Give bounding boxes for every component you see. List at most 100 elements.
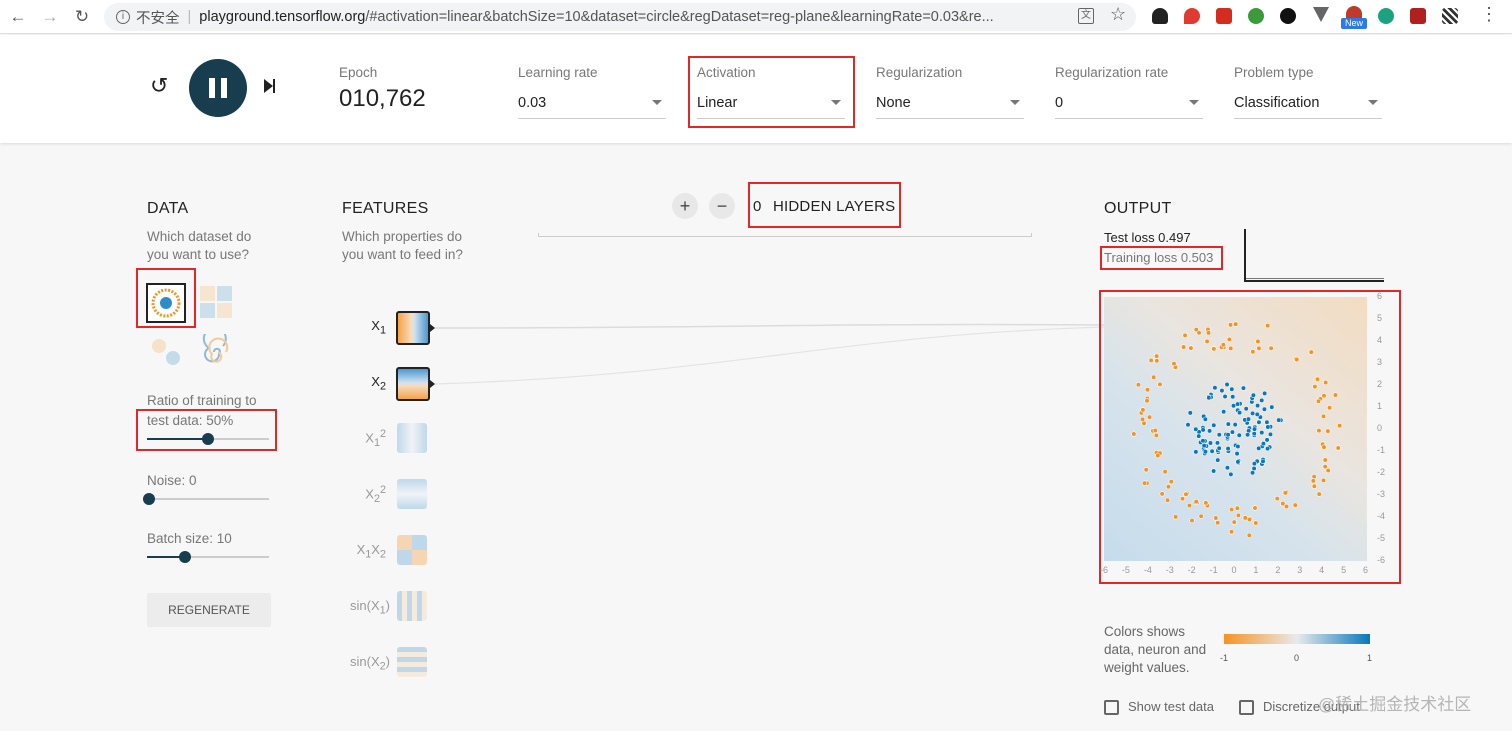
data-point	[1226, 336, 1232, 342]
feature-x2sq-label: X22	[365, 484, 386, 505]
pause-button[interactable]	[189, 59, 247, 117]
data-point	[1326, 405, 1333, 411]
extension-icon-5[interactable]	[1280, 8, 1296, 24]
data-point	[1201, 442, 1207, 449]
data-point	[1261, 406, 1268, 412]
data-point	[1321, 444, 1327, 450]
reg-rate-value: 0	[1055, 94, 1064, 111]
batch-label: Batch size: 10	[147, 531, 232, 546]
batch-slider-knob[interactable]	[179, 551, 191, 563]
info-icon[interactable]: i	[116, 10, 130, 24]
dataset-xor[interactable]	[198, 284, 234, 320]
feature-sin-x1[interactable]	[397, 591, 427, 621]
y-tick-label: 1	[1377, 401, 1383, 411]
data-point	[1140, 407, 1146, 413]
data-point	[1143, 467, 1149, 473]
back-icon[interactable]: ←	[6, 5, 30, 29]
data-point	[1206, 428, 1213, 434]
feature-x1-squared[interactable]	[397, 423, 427, 453]
show-test-data-checkbox[interactable]	[1104, 700, 1119, 715]
extension-icon-1[interactable]	[1152, 8, 1168, 24]
security-label[interactable]: 不安全	[136, 7, 180, 28]
ratio-slider[interactable]	[147, 433, 269, 445]
data-point	[1230, 403, 1237, 409]
data-point	[1222, 393, 1228, 400]
data-point	[1325, 467, 1331, 474]
regenerate-button[interactable]: REGENERATE	[147, 593, 271, 627]
extension-new-icon[interactable]: New	[1341, 6, 1367, 30]
menu-icon[interactable]: ⋮	[1480, 4, 1498, 25]
features-title: FEATURES	[342, 200, 429, 217]
data-point	[1228, 506, 1235, 513]
data-question-2: you want to use?	[147, 247, 250, 262]
qr-code-icon[interactable]	[1442, 8, 1458, 24]
x-tick-label: 2	[1275, 565, 1281, 575]
forward-icon[interactable]: →	[38, 5, 62, 29]
regularization-select[interactable]: None	[876, 87, 1024, 119]
data-point	[1131, 431, 1137, 437]
noise-slider-knob[interactable]	[143, 493, 155, 505]
discretize-output-checkbox[interactable]	[1239, 700, 1254, 715]
y-tick-label: 5	[1377, 313, 1383, 323]
dataset-circle[interactable]	[146, 283, 186, 323]
x-tick-label: 5	[1341, 565, 1347, 575]
translate-icon[interactable]: 文	[1078, 8, 1094, 24]
data-point	[1315, 398, 1322, 404]
data-point	[1255, 338, 1261, 344]
data-point	[1253, 520, 1259, 526]
add-layer-button[interactable]: +	[672, 193, 698, 219]
address-bar[interactable]: i 不安全 | playground.tensorflow.org /#acti…	[104, 3, 1136, 31]
problem-type-value: Classification	[1234, 94, 1320, 111]
location-pin-icon[interactable]	[1184, 8, 1200, 24]
noise-slider[interactable]	[143, 493, 269, 505]
feature-x1x2[interactable]	[397, 535, 427, 565]
data-point	[1219, 388, 1225, 394]
extension-icon-8[interactable]	[1378, 8, 1394, 24]
bookmark-star-icon[interactable]: ☆	[1110, 4, 1126, 25]
batch-slider[interactable]	[147, 551, 269, 563]
reset-icon[interactable]: ↺	[150, 73, 168, 99]
reg-rate-select[interactable]: 0	[1055, 87, 1203, 119]
feature-x2[interactable]	[396, 367, 430, 401]
ratio-slider-knob[interactable]	[202, 433, 214, 445]
data-point	[1251, 460, 1258, 467]
step-icon[interactable]	[264, 79, 275, 93]
activation-select[interactable]: Linear	[697, 87, 845, 119]
data-point	[1335, 445, 1341, 451]
legend-mid: 0	[1294, 653, 1300, 663]
output-title: OUTPUT	[1104, 200, 1172, 217]
data-point	[1235, 512, 1242, 518]
extension-icon-3[interactable]	[1216, 8, 1232, 24]
data-point	[1235, 443, 1241, 450]
dataset-gaussian[interactable]	[148, 334, 184, 370]
data-point	[1207, 440, 1214, 446]
noise-label: Noise: 0	[147, 473, 197, 488]
data-point	[1252, 505, 1258, 511]
dataset-spiral[interactable]	[198, 326, 234, 370]
extension-icon-4[interactable]	[1248, 8, 1264, 24]
feature-x2-squared[interactable]	[397, 479, 427, 509]
data-point	[1322, 457, 1328, 463]
data-point	[1141, 480, 1148, 486]
feature-x1[interactable]	[396, 311, 430, 345]
data-point	[1154, 358, 1160, 364]
show-test-data-label[interactable]: Show test data	[1128, 699, 1214, 714]
data-point	[1198, 513, 1204, 519]
reload-icon[interactable]: ↻	[70, 5, 94, 29]
data-point	[1214, 440, 1221, 446]
ratio-slider-fill	[147, 438, 208, 440]
vpn-icon[interactable]	[1313, 7, 1329, 22]
gaussian-dataset-icon	[152, 339, 180, 365]
feature-sin-x2[interactable]	[397, 647, 427, 677]
extension-icon-9[interactable]	[1410, 8, 1426, 24]
data-point	[1228, 529, 1235, 535]
remove-layer-button[interactable]: −	[709, 193, 735, 219]
data-point	[1139, 416, 1146, 422]
learning-rate-label: Learning rate	[518, 65, 598, 80]
epoch-value: 010,762	[339, 85, 426, 112]
url-path: /#activation=linear&batchSize=10&dataset…	[365, 9, 994, 25]
problem-type-label: Problem type	[1234, 65, 1314, 80]
problem-type-select[interactable]: Classification	[1234, 87, 1382, 119]
learning-rate-select[interactable]: 0.03	[518, 87, 666, 119]
data-point	[1264, 419, 1270, 425]
